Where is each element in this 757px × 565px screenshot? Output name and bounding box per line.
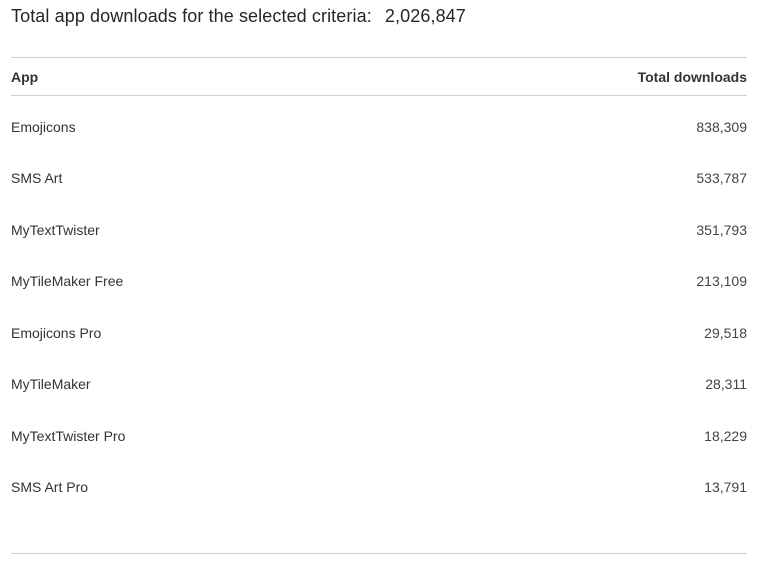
summary-label: Total app downloads for the selected cri…	[11, 6, 372, 26]
downloads-table: App Total downloads Emojicons 838,309 SM…	[11, 57, 747, 513]
table-row: Emojicons 838,309	[11, 101, 747, 153]
table-header: App Total downloads	[11, 58, 747, 95]
downloads-cell: 28,311	[705, 376, 747, 393]
app-name-cell: Emojicons Pro	[11, 324, 102, 341]
table-bottom-divider	[11, 553, 747, 554]
app-name-cell: MyTextTwister	[11, 221, 100, 238]
downloads-cell: 13,791	[704, 479, 747, 496]
total-downloads-summary: Total app downloads for the selected cri…	[11, 6, 466, 27]
app-name-cell: MyTextTwister Pro	[11, 427, 126, 444]
downloads-cell: 533,787	[696, 170, 747, 187]
app-name-cell: Emojicons	[11, 118, 76, 135]
downloads-cell: 351,793	[696, 221, 747, 238]
table-row: MyTextTwister Pro 18,229	[11, 410, 747, 462]
column-header-total-downloads[interactable]: Total downloads	[638, 69, 747, 85]
table-row: MyTileMaker Free 213,109	[11, 256, 747, 308]
column-header-app[interactable]: App	[11, 69, 38, 85]
table-body: Emojicons 838,309 SMS Art 533,787 MyText…	[11, 96, 747, 513]
table-row: SMS Art Pro 13,791	[11, 462, 747, 514]
downloads-cell: 18,229	[704, 427, 747, 444]
table-row: MyTileMaker 28,311	[11, 359, 747, 411]
downloads-cell: 29,518	[704, 324, 747, 341]
app-name-cell: SMS Art	[11, 170, 63, 187]
table-row: SMS Art 533,787	[11, 153, 747, 205]
table-row: Emojicons Pro 29,518	[11, 307, 747, 359]
app-name-cell: SMS Art Pro	[11, 479, 89, 496]
total-downloads-value: 2,026,847	[384, 6, 466, 26]
downloads-cell: 838,309	[696, 118, 747, 135]
downloads-cell: 213,109	[696, 273, 747, 290]
app-name-cell: MyTileMaker	[11, 376, 91, 393]
app-name-cell: MyTileMaker Free	[11, 273, 124, 290]
table-row: MyTextTwister 351,793	[11, 204, 747, 256]
